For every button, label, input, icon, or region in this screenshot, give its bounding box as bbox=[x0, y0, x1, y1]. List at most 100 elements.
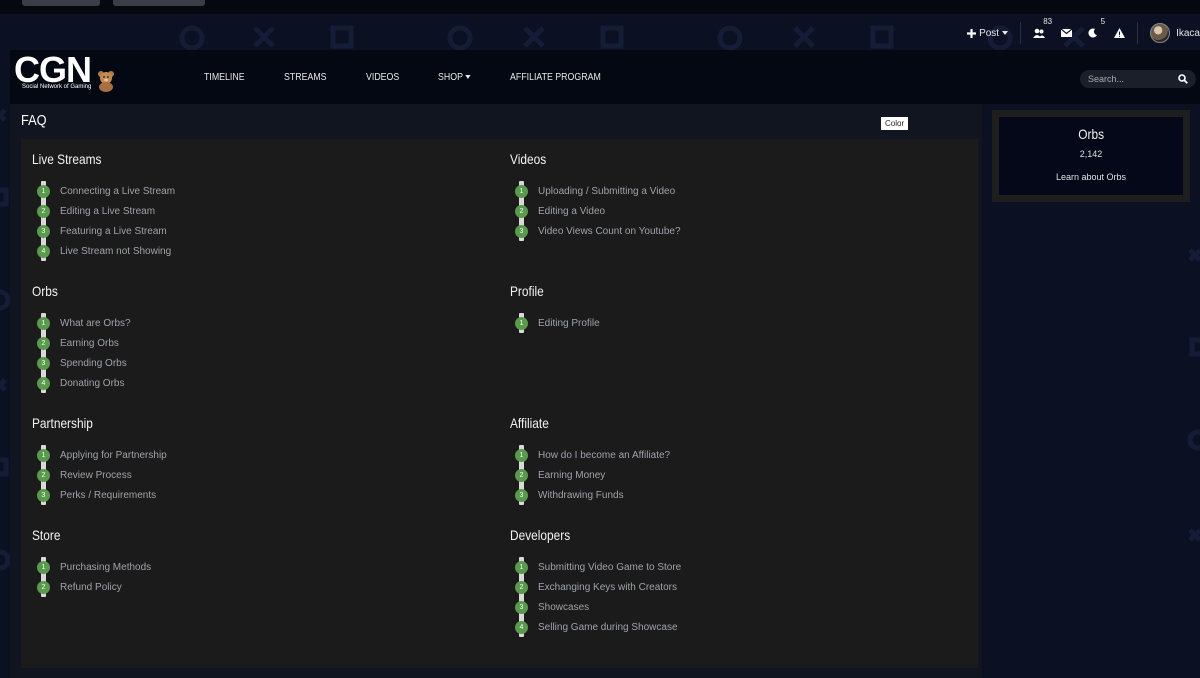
faq-item-link[interactable]: Submitting Video Game to Store bbox=[538, 562, 681, 573]
faq-list: 1 How do I become an Affiliate? 2 Earning M… bbox=[510, 445, 670, 505]
faq-item[interactable]: 2 Review Process bbox=[32, 465, 167, 485]
avatar bbox=[1150, 23, 1171, 43]
faq-item-number: 1 bbox=[37, 184, 50, 198]
faq-item[interactable]: 1 Applying for Partnership bbox=[32, 445, 167, 465]
faq-item[interactable]: 2 Earning Money bbox=[510, 465, 670, 485]
faq-item-link[interactable]: Donating Orbs bbox=[60, 378, 124, 389]
faq-item-link[interactable]: Earning Orbs bbox=[60, 338, 119, 349]
username: Ikaca bbox=[1176, 27, 1200, 39]
search-input[interactable] bbox=[1088, 74, 1168, 84]
faq-section-affiliate: Affiliate 1 How do I become an Affiliate? 2… bbox=[510, 415, 670, 505]
nav-affiliate-program[interactable]: AFFILIATE PROGRAM bbox=[510, 72, 601, 83]
main-nav: TIMELINE STREAMS VIDEOS SHOP AFFILIATE P… bbox=[204, 50, 647, 104]
faq-item-number: 4 bbox=[37, 376, 50, 390]
faq-item-link[interactable]: Earning Money bbox=[538, 470, 605, 481]
learn-about-orbs-link[interactable]: Learn about Orbs bbox=[999, 172, 1183, 182]
nav-streams[interactable]: STREAMS bbox=[284, 72, 327, 83]
faq-item[interactable]: 2 Editing a Live Stream bbox=[32, 201, 175, 221]
nav-videos[interactable]: VIDEOS bbox=[366, 72, 399, 83]
nav-timeline[interactable]: TIMELINE bbox=[204, 72, 245, 83]
faq-item-link[interactable]: What are Orbs? bbox=[60, 318, 131, 329]
faq-item[interactable]: 1 How do I become an Affiliate? bbox=[510, 445, 670, 465]
faq-item-number: 1 bbox=[37, 448, 50, 462]
faq-item-number: 3 bbox=[37, 488, 50, 502]
messages-button[interactable] bbox=[1053, 20, 1080, 46]
orbs-widget: Orbs 2,142 Learn about Orbs bbox=[992, 110, 1190, 202]
faq-list: 1 Purchasing Methods 2 Refund Policy bbox=[32, 557, 151, 597]
faq-item[interactable]: 1 What are Orbs? bbox=[32, 313, 131, 333]
faq-item[interactable]: 3 Perks / Requirements bbox=[32, 485, 167, 505]
faq-panel: Live Streams 1 Connecting a Live Stream 2 Ed… bbox=[21, 139, 978, 668]
logo-tagline: Social Network of Gaming bbox=[22, 84, 92, 90]
faq-item-number: 1 bbox=[515, 560, 528, 574]
faq-item[interactable]: 4 Donating Orbs bbox=[32, 373, 131, 393]
faq-item-link[interactable]: How do I become an Affiliate? bbox=[538, 450, 670, 461]
faq-item-number: 2 bbox=[515, 468, 528, 482]
post-button[interactable]: Post bbox=[959, 20, 1016, 46]
color-button[interactable]: Color bbox=[881, 117, 909, 130]
faq-item-number: 2 bbox=[37, 336, 50, 350]
faq-section-profile: Profile 1 Editing Profile bbox=[510, 283, 600, 333]
faq-item[interactable]: 4 Selling Game during Showcase bbox=[510, 617, 681, 637]
faq-item-number: 2 bbox=[515, 204, 528, 218]
faq-item-link[interactable]: Exchanging Keys with Creators bbox=[538, 582, 677, 593]
top-strip-button[interactable] bbox=[22, 0, 100, 6]
site-logo[interactable]: CGN Social Network of Gaming bbox=[12, 50, 122, 100]
faq-item[interactable]: 1 Purchasing Methods bbox=[32, 557, 151, 577]
nav-shop[interactable]: SHOP bbox=[438, 71, 472, 83]
faq-list: 1 Applying for Partnership 2 Review Process… bbox=[32, 445, 167, 505]
faq-item-number: 3 bbox=[515, 600, 528, 614]
faq-item-link[interactable]: Showcases bbox=[538, 602, 589, 613]
faq-item[interactable]: 3 Featuring a Live Stream bbox=[32, 221, 175, 241]
faq-section-heading: Affiliate bbox=[510, 415, 549, 431]
faq-item-link[interactable]: Selling Game during Showcase bbox=[538, 622, 678, 633]
top-strip-button[interactable] bbox=[113, 0, 205, 6]
orbs-card: Orbs 2,142 Learn about Orbs bbox=[999, 117, 1183, 195]
faq-item-link[interactable]: Editing Profile bbox=[538, 318, 600, 329]
faq-item[interactable]: 1 Uploading / Submitting a Video bbox=[510, 181, 681, 201]
moon-icon bbox=[1088, 28, 1098, 38]
faq-item-link[interactable]: Connecting a Live Stream bbox=[60, 186, 175, 197]
faq-item[interactable]: 3 Withdrawing Funds bbox=[510, 485, 670, 505]
faq-item-link[interactable]: Editing a Video bbox=[538, 206, 605, 217]
faq-item-number: 2 bbox=[515, 580, 528, 594]
faq-item[interactable]: 4 Live Stream not Showing bbox=[32, 241, 175, 261]
faq-item-number: 1 bbox=[515, 316, 528, 330]
faq-item-link[interactable]: Video Views Count on Youtube? bbox=[538, 226, 681, 237]
alerts-button[interactable] bbox=[1106, 20, 1133, 46]
night-mode-button[interactable]: 5 bbox=[1080, 17, 1106, 46]
faq-item-link[interactable]: Spending Orbs bbox=[60, 358, 127, 369]
faq-item-number: 3 bbox=[515, 488, 528, 502]
faq-item-link[interactable]: Purchasing Methods bbox=[60, 562, 151, 573]
faq-item-link[interactable]: Applying for Partnership bbox=[60, 450, 167, 461]
faq-item[interactable]: 1 Connecting a Live Stream bbox=[32, 181, 175, 201]
faq-item[interactable]: 2 Exchanging Keys with Creators bbox=[510, 577, 681, 597]
faq-item-link[interactable]: Editing a Live Stream bbox=[60, 206, 155, 217]
faq-item[interactable]: 3 Spending Orbs bbox=[32, 353, 131, 373]
faq-section-heading: Live Streams bbox=[32, 151, 102, 167]
faq-item-link[interactable]: Uploading / Submitting a Video bbox=[538, 186, 675, 197]
faq-section-partnership: Partnership 1 Applying for Partnership 2 Rev… bbox=[32, 415, 167, 505]
faq-item-number: 4 bbox=[37, 244, 50, 258]
faq-item-number: 4 bbox=[515, 620, 528, 634]
notifications-count: 83 bbox=[1043, 17, 1053, 26]
nav-label: SHOP bbox=[438, 71, 464, 83]
faq-item[interactable]: 3 Video Views Count on Youtube? bbox=[510, 221, 681, 241]
faq-item-link[interactable]: Review Process bbox=[60, 470, 132, 481]
notifications-button[interactable]: 83 bbox=[1025, 17, 1053, 46]
faq-item[interactable]: 2 Earning Orbs bbox=[32, 333, 131, 353]
faq-item-link[interactable]: Withdrawing Funds bbox=[538, 490, 624, 501]
faq-item[interactable]: 2 Editing a Video bbox=[510, 201, 681, 221]
faq-item[interactable]: 3 Showcases bbox=[510, 597, 681, 617]
faq-item-link[interactable]: Featuring a Live Stream bbox=[60, 226, 167, 237]
user-menu[interactable]: Ikaca bbox=[1142, 20, 1200, 46]
faq-item-link[interactable]: Perks / Requirements bbox=[60, 490, 156, 501]
faq-item[interactable]: 1 Submitting Video Game to Store bbox=[510, 557, 681, 577]
faq-item-link[interactable]: Live Stream not Showing bbox=[60, 246, 171, 257]
search-icon[interactable] bbox=[1178, 74, 1188, 84]
faq-section-heading: Videos bbox=[510, 151, 547, 167]
faq-item-link[interactable]: Refund Policy bbox=[60, 582, 122, 593]
faq-list: 1 Submitting Video Game to Store 2 Exchangi… bbox=[510, 557, 681, 637]
faq-list: 1 Uploading / Submitting a Video 2 Editing … bbox=[510, 181, 681, 241]
faq-item[interactable]: 2 Refund Policy bbox=[32, 577, 151, 597]
